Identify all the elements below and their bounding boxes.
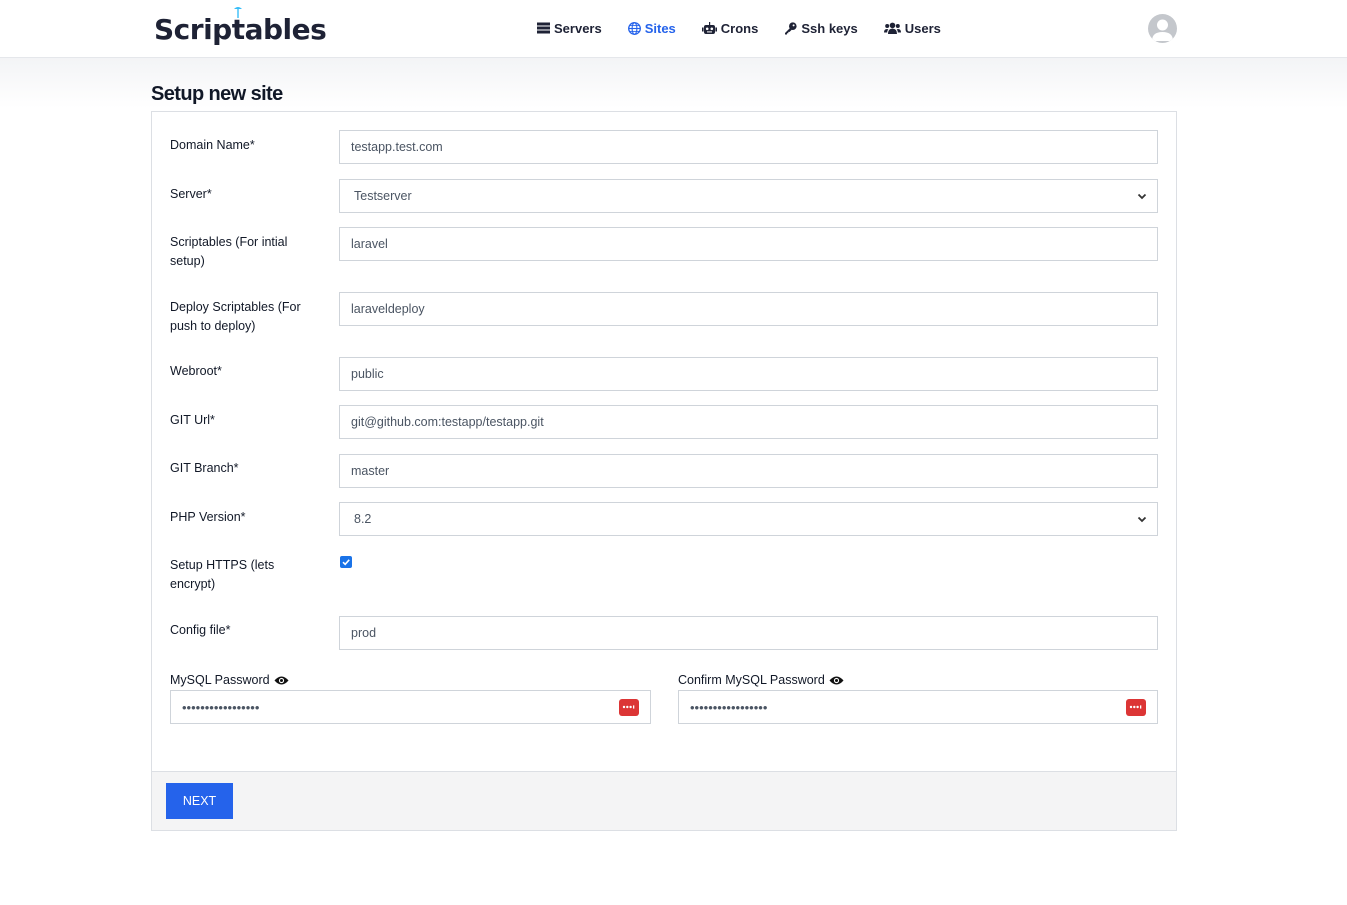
git-url-input[interactable]: git@github.com:testapp/testapp.git [339,405,1158,439]
top-navbar: Scriptables Servers Sites Crons Ssh keys… [0,0,1347,58]
confirm-mysql-password-input[interactable]: ••••••••••••••••• [678,690,1158,724]
git-branch-label: GIT Branch* [170,461,239,475]
server-select[interactable]: Testserver [339,179,1158,213]
domain-input[interactable]: testapp.test.com [339,130,1158,164]
nav-label: Ssh keys [801,20,858,36]
nav-label: Users [904,20,941,36]
git-branch-input[interactable]: master [339,454,1158,488]
domain-label: Domain Name* [170,138,255,152]
scriptables-label: Scriptables (For intial setup) [170,235,288,268]
deploy-input[interactable]: laraveldeploy [339,292,1158,326]
form-footer: NEXT [152,771,1176,830]
mysql-password-value: ••••••••••••••••• [182,699,260,715]
php-version-select[interactable]: 8.2 [339,502,1158,536]
scriptables-input[interactable]: laravel [339,227,1158,261]
server-label: Server* [170,187,212,201]
confirm-mysql-password-label-text: Confirm MySQL Password [678,673,825,687]
next-button[interactable]: NEXT [166,783,233,819]
nav-item-servers[interactable]: Servers [537,21,602,36]
nav-item-sites[interactable]: Sites [627,20,676,36]
key-icon [785,21,797,34]
server-icon [537,22,550,34]
git-url-label: GIT Url* [170,413,215,427]
eye-icon[interactable] [829,675,844,686]
main-nav: Servers Sites Crons Ssh keys Users [537,17,941,39]
confirm-mysql-password-label: Confirm MySQL Password [678,671,844,690]
mysql-password-label-text: MySQL Password [170,673,270,687]
nav-item-ssh-keys[interactable]: Ssh keys [784,20,858,36]
eye-icon[interactable] [274,675,289,686]
config-label: Config file* [170,623,231,637]
config-input[interactable]: prod [339,616,1158,650]
webroot-label: Webroot* [170,364,222,378]
logo-mark-icon [234,7,242,18]
nav-item-users[interactable]: Users [883,20,941,36]
mysql-password-label: MySQL Password [170,671,289,690]
server-selected-value: Testserver [354,189,412,203]
users-icon [883,22,901,34]
php-version-selected-value: 8.2 [354,512,372,526]
password-manager-icon[interactable] [619,698,639,716]
chevron-down-icon [1137,193,1147,200]
deploy-label: Deploy Scriptables (For push to deploy) [170,300,301,333]
chevron-down-icon [1137,516,1147,523]
https-label: Setup HTTPS (lets encrypt) [170,558,275,591]
user-avatar-icon [1152,19,1173,41]
webroot-input[interactable]: public [339,357,1158,391]
https-checkbox[interactable] [340,556,352,568]
globe-icon [627,21,641,35]
nav-label: Sites [644,20,676,36]
setup-site-form: Domain Name* testapp.test.com Server* Te… [151,111,1177,831]
checkmark-icon [342,559,350,566]
nav-item-crons[interactable]: Crons [701,20,759,36]
php-version-label: PHP Version* [170,510,246,524]
nav-label: Crons [720,20,759,36]
robot-icon [701,21,717,34]
nav-label: Servers [554,20,602,36]
mysql-password-input[interactable]: ••••••••••••••••• [170,690,651,724]
confirm-mysql-password-value: ••••••••••••••••• [690,699,768,715]
page-title: Setup new site [151,83,283,105]
user-avatar[interactable] [1148,14,1177,43]
password-manager-icon[interactable] [1126,698,1146,716]
